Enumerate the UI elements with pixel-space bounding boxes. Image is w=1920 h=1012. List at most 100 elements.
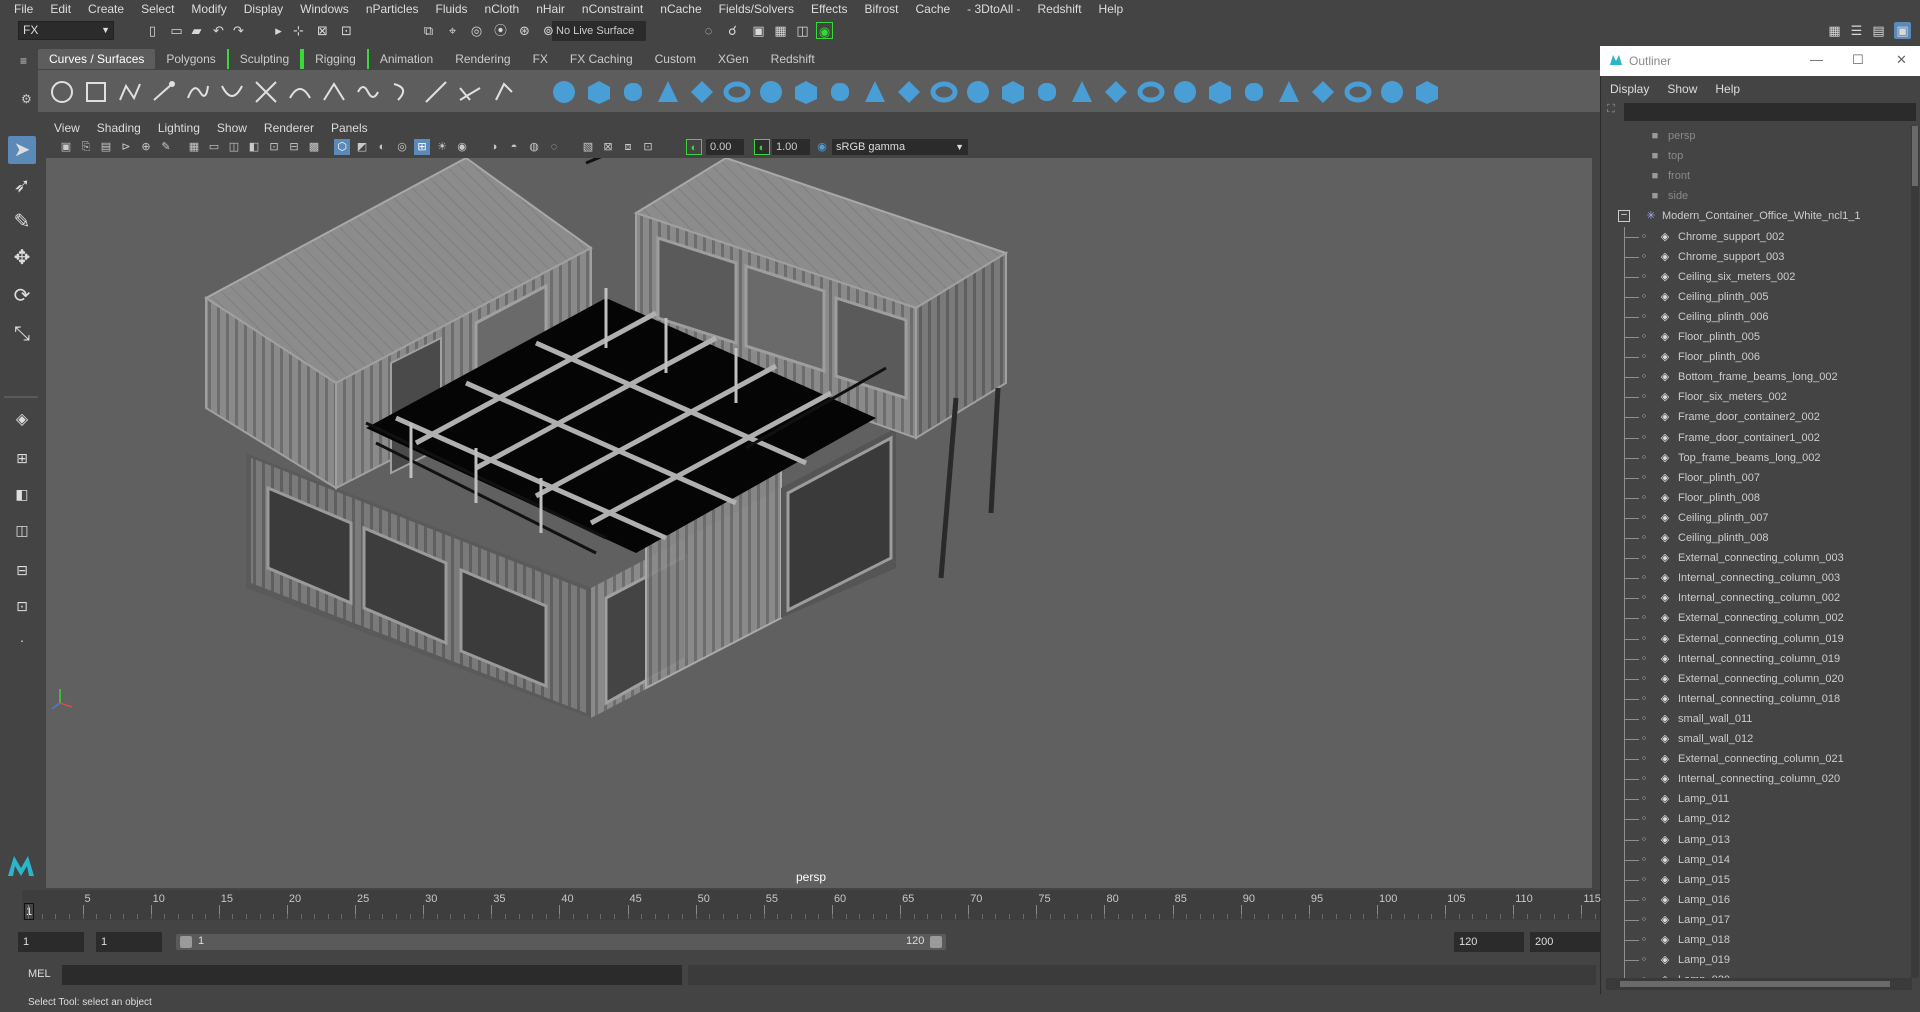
boundary-icon[interactable]: [930, 78, 958, 106]
ep-curve-icon[interactable]: [150, 78, 178, 106]
close-icon[interactable]: ✕: [1896, 52, 1907, 68]
panel-menu-item[interactable]: View: [46, 121, 89, 135]
command-input[interactable]: [62, 965, 682, 985]
perspective-viewport[interactable]: [46, 158, 1592, 888]
viewport-tool-icon[interactable]: ⊡: [266, 139, 282, 155]
outliner-mesh-item[interactable]: ○ ◈ External_connecting_column_002: [1606, 608, 1911, 628]
outliner-mesh-item[interactable]: ○ ◈ External_connecting_column_019: [1606, 629, 1911, 649]
outliner-mesh-item[interactable]: ○ ◈ Ceiling_plinth_007: [1606, 508, 1911, 528]
revolve-icon[interactable]: [757, 78, 785, 106]
curve-fillet-icon[interactable]: [286, 78, 314, 106]
four-view-layout-icon[interactable]: ⊞: [8, 444, 36, 472]
extrude-icon[interactable]: [861, 78, 889, 106]
intersect-surface-icon[interactable]: [1068, 78, 1096, 106]
viewport-tool-icon[interactable]: ⎘: [78, 139, 94, 155]
maximize-icon[interactable]: ☐: [1852, 52, 1864, 68]
snap-surface-icon[interactable]: ⦿: [492, 22, 509, 39]
shelf-tab[interactable]: Custom: [644, 49, 707, 69]
menu-item[interactable]: Redshift: [1030, 2, 1091, 16]
exposure-field[interactable]: 0.00: [706, 139, 744, 155]
playback-end-field[interactable]: 120: [1454, 932, 1524, 952]
panel-menu-item[interactable]: Renderer: [256, 121, 323, 135]
stitch-icon[interactable]: [1413, 78, 1441, 106]
shelf-tab[interactable]: FX Caching: [559, 49, 644, 69]
viewport-tool-icon[interactable]: ⊡: [640, 139, 656, 155]
nurbs-cylinder-icon[interactable]: [619, 78, 647, 106]
outliner-mesh-item[interactable]: ○ ◈ Lamp_013: [1606, 830, 1911, 850]
color-management-icon[interactable]: ◉: [814, 139, 830, 155]
outliner-filter-icon[interactable]: ⛶: [1607, 103, 1621, 119]
shelf-tab[interactable]: Rendering: [444, 49, 521, 69]
nurbs-plane-icon[interactable]: [688, 78, 716, 106]
shelf-tab[interactable]: FX: [522, 49, 559, 69]
outliner-menu-item[interactable]: Help: [1705, 80, 1748, 98]
outliner-mesh-item[interactable]: ○ ◈ Internal_connecting_column_002: [1606, 588, 1911, 608]
undo-icon[interactable]: ↶: [210, 22, 227, 39]
nurbs-cube-icon[interactable]: [585, 78, 613, 106]
viewport-tool-icon[interactable]: ◍: [526, 139, 542, 155]
scale-tool-icon[interactable]: ⤡: [8, 320, 36, 348]
curve-offset-icon[interactable]: [388, 78, 416, 106]
persp-outliner-layout-icon[interactable]: ◫: [8, 516, 36, 544]
menu-item[interactable]: Cache: [907, 2, 959, 16]
menu-item[interactable]: Modify: [183, 2, 235, 16]
menu-item[interactable]: Display: [236, 2, 292, 16]
paint-select-tool-icon[interactable]: ✎: [8, 208, 36, 236]
menu-item[interactable]: Select: [133, 2, 183, 16]
panel-menu-item[interactable]: Show: [209, 121, 256, 135]
viewport-tool-icon[interactable]: ◎: [394, 139, 410, 155]
shelf-tab[interactable]: Redshift: [760, 49, 826, 69]
minimize-icon[interactable]: —: [1810, 52, 1823, 67]
channel-box-icon[interactable]: ☰: [1848, 22, 1865, 39]
outliner-mesh-item[interactable]: ○ ◈ Lamp_011: [1606, 789, 1911, 809]
viewport-tool-icon[interactable]: ◓: [506, 139, 522, 155]
shelf-tab[interactable]: Animation: [369, 49, 444, 69]
curve-intersect-icon[interactable]: [320, 78, 348, 106]
curve-rebuild-icon[interactable]: [354, 78, 382, 106]
snap-point-icon[interactable]: ⌖: [444, 22, 461, 39]
outliner-camera-item[interactable]: ■ persp: [1606, 126, 1911, 146]
project-curve-icon[interactable]: [1033, 78, 1061, 106]
square-curve-icon[interactable]: [82, 78, 110, 106]
outliner-mesh-item[interactable]: ○ ◈ Internal_connecting_column_003: [1606, 568, 1911, 588]
menu-item[interactable]: Windows: [292, 2, 358, 16]
viewport-tool-icon[interactable]: ◌: [546, 139, 562, 155]
outliner-mesh-item[interactable]: ○ ◈ External_connecting_column_020: [1606, 669, 1911, 689]
render-icon[interactable]: ⊚: [540, 22, 557, 39]
outliner-mesh-item[interactable]: ○ ◈ Chrome_support_003: [1606, 247, 1911, 267]
menu-item[interactable]: nParticles: [358, 2, 428, 16]
menu-item[interactable]: nCloth: [477, 2, 529, 16]
menu-item[interactable]: Bifrost: [856, 2, 907, 16]
outliner-mesh-item[interactable]: ○ ◈ Ceiling_plinth_008: [1606, 528, 1911, 548]
outliner-mesh-item[interactable]: ○ ◈ Frame_door_container2_002: [1606, 407, 1911, 427]
panel-menu-item[interactable]: Panels: [323, 121, 377, 135]
outliner-mesh-item[interactable]: ○ ◈ Lamp_016: [1606, 890, 1911, 910]
curve-attach-icon[interactable]: [490, 78, 518, 106]
pencil-curve-icon[interactable]: [184, 78, 212, 106]
nurbs-torus-icon[interactable]: [723, 78, 751, 106]
single-perspective-layout-icon[interactable]: ◈: [8, 406, 36, 434]
uv-layout-icon[interactable]: ⊡: [8, 592, 36, 620]
outliner-mesh-item[interactable]: ○ ◈ Lamp_018: [1606, 930, 1911, 950]
insert-isoparm-icon[interactable]: [1309, 78, 1337, 106]
scrollbar-thumb[interactable]: [1620, 981, 1890, 987]
outliner-mesh-item[interactable]: ○◈ Lamp_020: [1606, 970, 1911, 978]
shelf-menu-icon[interactable]: ≡: [20, 54, 27, 68]
outliner-menu-item[interactable]: Show: [1657, 80, 1705, 98]
command-language-label[interactable]: MEL: [28, 968, 51, 980]
menu-item[interactable]: nConstraint: [574, 2, 652, 16]
render-settings-icon[interactable]: ☌: [724, 22, 741, 39]
viewport-tool-icon[interactable]: ▤: [98, 139, 114, 155]
outliner-menu-item[interactable]: Display: [1600, 80, 1657, 98]
exposure-toggle-icon[interactable]: ◐: [686, 139, 702, 155]
collapse-icon[interactable]: −: [1618, 210, 1630, 223]
bevel-icon[interactable]: [999, 78, 1027, 106]
viewport-tool-icon[interactable]: ⊞: [414, 139, 430, 155]
viewport-tool-icon[interactable]: ⊠: [600, 139, 616, 155]
viewport-tool-icon[interactable]: ◫: [226, 139, 242, 155]
viewport-tool-icon[interactable]: ◧: [246, 139, 262, 155]
outliner-mesh-item[interactable]: ○ ◈ Lamp_014: [1606, 850, 1911, 870]
viewport-tool-icon[interactable]: ◩: [354, 139, 370, 155]
viewport-tool-icon[interactable]: ▭: [206, 139, 222, 155]
outliner-mesh-item[interactable]: ○ ◈ Ceiling_six_meters_002: [1606, 267, 1911, 287]
